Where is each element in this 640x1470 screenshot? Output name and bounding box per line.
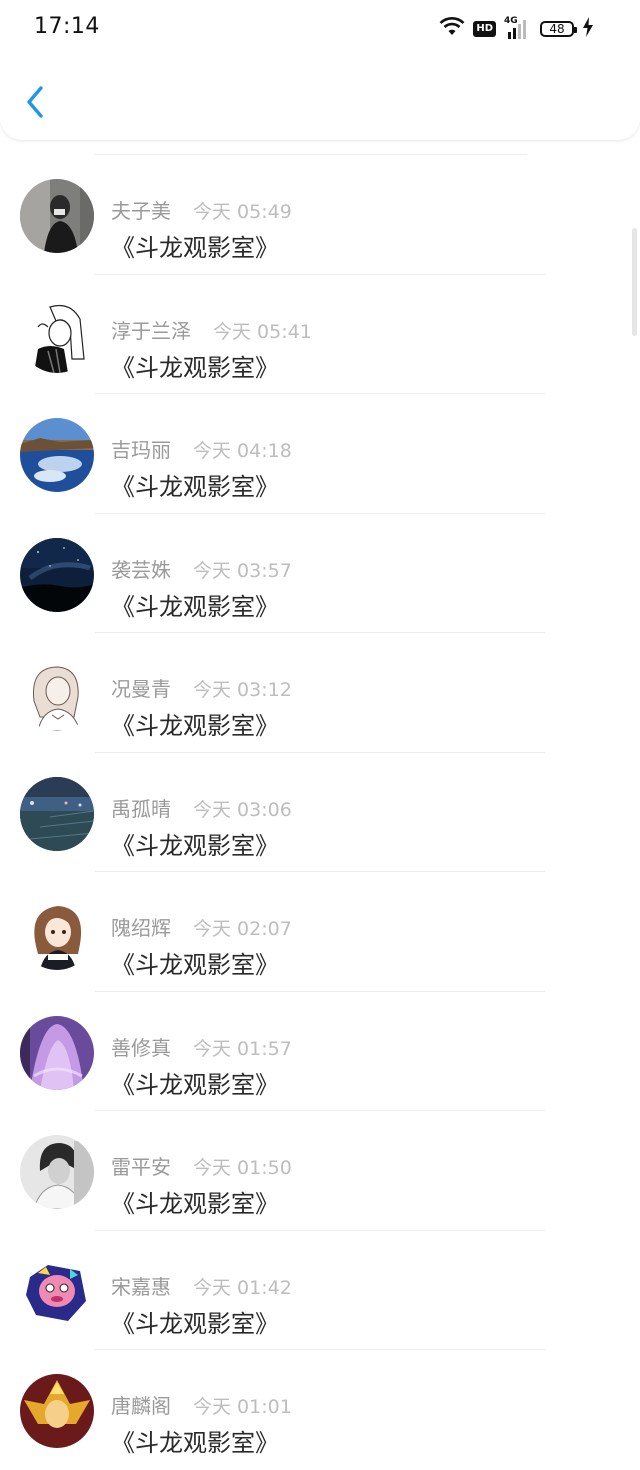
message-text: 《斗龙观影室》 — [111, 1190, 279, 1218]
message-text: 《斗龙观影室》 — [111, 592, 279, 621]
avatar[interactable] — [20, 298, 94, 373]
list-item[interactable]: 雷平安 今天 01:50 《斗龙观影室》 — [0, 1111, 640, 1231]
sender-name: 况曼青 — [111, 677, 171, 701]
battery-level: 48 — [549, 22, 565, 36]
sender-name: 吉玛丽 — [111, 438, 171, 462]
status-bar: 17:14 HD 4G 48 — [0, 0, 640, 56]
message-text: 《斗龙观影室》 — [111, 712, 279, 740]
list-item[interactable]: 吉玛丽 今天 04:18 《斗龙观影室》 — [0, 394, 640, 514]
message-text: 《斗龙观影室》 — [111, 234, 279, 262]
message-time: 今天 05:41 — [213, 320, 312, 343]
message-time: 今天 03:57 — [193, 559, 292, 582]
wifi-icon — [439, 17, 465, 41]
sender-name: 夫子美 — [111, 199, 171, 223]
sender-name: 善修真 — [111, 1035, 171, 1060]
message-text: 《斗龙观影室》 — [111, 831, 279, 860]
avatar[interactable] — [20, 1135, 94, 1209]
list-item[interactable]: 淳于兰泽 今天 05:41 《斗龙观影室》 — [0, 275, 640, 394]
avatar[interactable] — [20, 657, 94, 731]
sender-name: 宋嘉惠 — [111, 1274, 171, 1299]
list-item[interactable]: 夫子美 今天 05:49 《斗龙观影室》 — [0, 155, 640, 275]
list-item[interactable]: 禹孤晴 今天 03:06 《斗龙观影室》 — [0, 753, 640, 872]
message-time: 今天 01:50 — [193, 1157, 292, 1179]
message-time: 今天 03:06 — [193, 798, 292, 821]
message-time: 今天 01:42 — [193, 1276, 292, 1299]
message-text: 《斗龙观影室》 — [111, 1070, 279, 1099]
status-icons: HD 4G 48 — [439, 16, 594, 42]
sender-name: 隗绍辉 — [111, 916, 171, 940]
sender-name: 禹孤晴 — [111, 796, 171, 821]
avatar[interactable] — [20, 776, 94, 851]
list-item[interactable]: 唐麟阁 今天 01:01 《斗龙观影室》 — [0, 1350, 640, 1470]
sender-name: 袭芸姝 — [111, 557, 171, 582]
back-button[interactable] — [18, 80, 52, 128]
sender-name: 唐麟阁 — [111, 1394, 171, 1418]
avatar[interactable] — [20, 1015, 94, 1090]
scrollbar[interactable] — [632, 228, 637, 336]
list-item[interactable]: 隗绍辉 今天 02:07 《斗龙观影室》 — [0, 872, 640, 992]
message-text: 《斗龙观影室》 — [111, 353, 279, 382]
message-text: 《斗龙观影室》 — [111, 473, 279, 501]
avatar[interactable] — [20, 896, 94, 970]
header: 17:14 HD 4G 48 — [0, 0, 640, 140]
battery-icon: 48 — [540, 21, 577, 37]
charging-icon — [582, 17, 594, 41]
list-item[interactable]: 袭芸姝 今天 03:57 《斗龙观影室》 — [0, 514, 640, 633]
list-item[interactable]: 况曼青 今天 03:12 《斗龙观影室》 — [0, 633, 640, 753]
message-text: 《斗龙观影室》 — [111, 1429, 279, 1457]
list-item[interactable]: 善修真 今天 01:57 《斗龙观影室》 — [0, 992, 640, 1111]
message-time: 今天 01:01 — [193, 1396, 292, 1418]
avatar[interactable] — [20, 1374, 94, 1448]
message-text: 《斗龙观影室》 — [111, 951, 279, 979]
message-text: 《斗龙观影室》 — [111, 1309, 279, 1338]
message-time: 今天 04:18 — [193, 440, 292, 462]
status-time: 17:14 — [34, 14, 100, 39]
sender-name: 雷平安 — [111, 1155, 171, 1179]
avatar[interactable] — [20, 1254, 94, 1329]
avatar[interactable] — [20, 179, 94, 253]
chevron-left-icon — [25, 85, 45, 123]
list-item[interactable]: 宋嘉惠 今天 01:42 《斗龙观影室》 — [0, 1231, 640, 1350]
avatar[interactable] — [20, 418, 94, 492]
message-time: 今天 02:07 — [193, 918, 292, 940]
message-time: 今天 05:49 — [193, 201, 292, 223]
message-time: 今天 03:12 — [193, 679, 292, 701]
hd-badge: HD — [473, 21, 496, 37]
avatar[interactable] — [20, 537, 94, 612]
sender-name: 淳于兰泽 — [111, 318, 191, 343]
message-time: 今天 01:57 — [193, 1037, 292, 1060]
signal-icon: 4G — [504, 16, 532, 40]
